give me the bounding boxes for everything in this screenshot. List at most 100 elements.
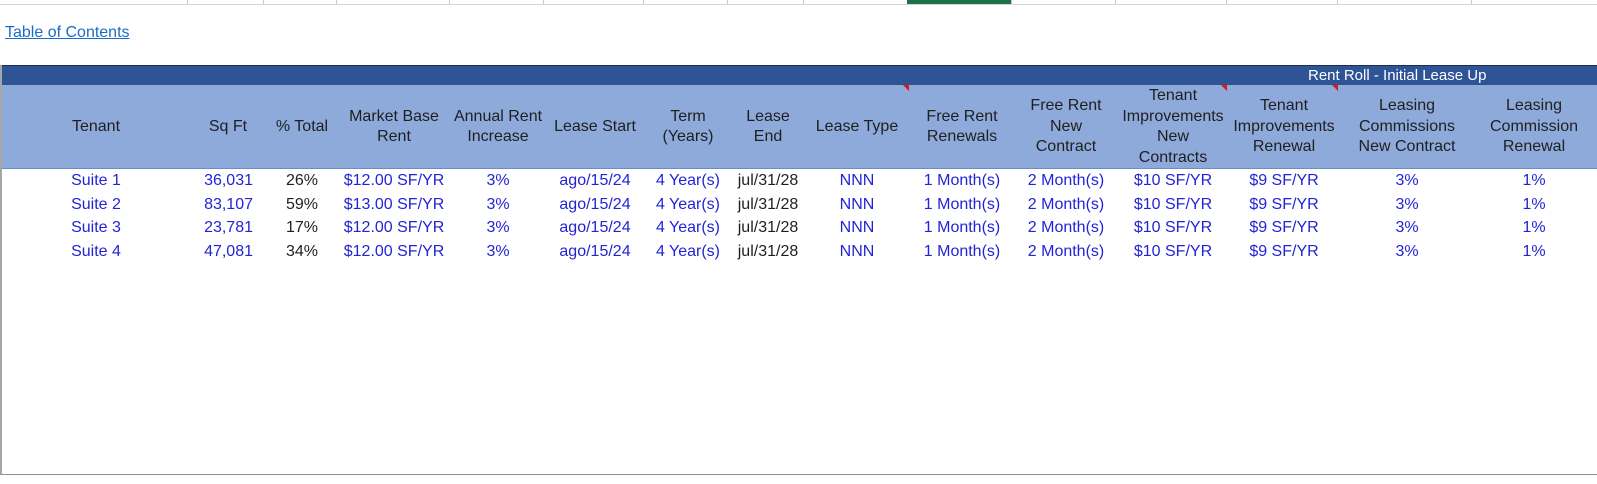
column-divider [543, 0, 544, 4]
cell-lease-end[interactable]: jul/31/28 [731, 169, 805, 192]
table-row: Suite 2 83,107 59% $13.00 SF/YR 3% ago/15/24 4… [2, 193, 1597, 216]
column-divider [263, 0, 264, 4]
header-market-base-rent: Market Base Rent [349, 107, 439, 146]
cell-market-base-rent[interactable]: $13.00 SF/YR [339, 193, 449, 216]
cell-sq-ft[interactable]: 23,781 [183, 216, 253, 239]
cell-lease-type[interactable]: NNN [807, 169, 907, 192]
cell-leasing-commission-renewal[interactable]: 1% [1474, 169, 1594, 192]
cell-tenant[interactable]: Suite 1 [21, 169, 171, 192]
cell-tenant-improvements-new[interactable]: $10 SF/YR [1118, 193, 1228, 216]
cell-market-base-rent[interactable]: $12.00 SF/YR [339, 240, 449, 263]
cell-free-rent-renewals[interactable]: 1 Month(s) [911, 216, 1013, 239]
cell-lease-type[interactable]: NNN [807, 240, 907, 263]
header-free-rent-new-contract: Free Rent New Contract [1030, 97, 1102, 156]
cell-tenant[interactable]: Suite 3 [21, 216, 171, 239]
cell-pct-total[interactable]: 34% [267, 240, 337, 263]
column-divider [1115, 0, 1116, 4]
cell-free-rent-new-contract[interactable]: 2 Month(s) [1015, 216, 1117, 239]
table-of-contents-link[interactable]: Table of Contents [5, 24, 130, 42]
cell-tenant-improvements-renewal[interactable]: $9 SF/YR [1229, 216, 1339, 239]
cell-annual-rent-increase[interactable]: 3% [448, 216, 548, 239]
cell-tenant[interactable]: Suite 4 [21, 240, 171, 263]
cell-free-rent-renewals[interactable]: 1 Month(s) [911, 193, 1013, 216]
cell-tenant-improvements-new[interactable]: $10 SF/YR [1118, 169, 1228, 192]
header-tenant-improvements-renewal: Tenant Improvements Renewal [1233, 97, 1335, 156]
header-lease-type: Lease Type [815, 117, 899, 135]
cell-term-years[interactable]: 4 Year(s) [645, 169, 731, 192]
column-divider [803, 0, 804, 4]
cell-tenant-improvements-renewal[interactable]: $9 SF/YR [1229, 169, 1339, 192]
cell-annual-rent-increase[interactable]: 3% [448, 169, 548, 192]
cell-tenant-improvements-renewal[interactable]: $9 SF/YR [1229, 240, 1339, 263]
selected-column-indicator [907, 0, 1011, 4]
cell-annual-rent-increase[interactable]: 3% [448, 193, 548, 216]
cell-pct-total[interactable]: 17% [267, 216, 337, 239]
header-annual-rent-increase: Annual Rent Increase [453, 107, 543, 146]
cell-tenant[interactable]: Suite 2 [21, 193, 171, 216]
cell-free-rent-new-contract[interactable]: 2 Month(s) [1015, 193, 1117, 216]
cell-annual-rent-increase[interactable]: 3% [448, 240, 548, 263]
cell-lease-start[interactable]: ago/15/24 [548, 169, 643, 192]
column-divider [449, 0, 450, 4]
cell-leasing-commission-renewal[interactable]: 1% [1474, 240, 1594, 263]
header-lease-start: Lease Start [554, 117, 636, 135]
column-divider [1226, 0, 1227, 4]
comment-indicator[interactable] [903, 85, 909, 91]
table-row: Suite 4 47,081 34% $12.00 SF/YR 3% ago/15/24 4… [2, 240, 1597, 263]
header-leasing-commission-renewal: Leasing Commission Renewal [1489, 97, 1578, 156]
cell-free-rent-renewals[interactable]: 1 Month(s) [911, 240, 1013, 263]
cell-lease-end[interactable]: jul/31/28 [731, 240, 805, 263]
column-header-strip[interactable] [0, 0, 1597, 5]
cell-lease-end[interactable]: jul/31/28 [731, 216, 805, 239]
column-divider [336, 0, 337, 4]
comment-indicator[interactable] [1332, 85, 1338, 91]
cell-tenant-improvements-renewal[interactable]: $9 SF/YR [1229, 193, 1339, 216]
cell-market-base-rent[interactable]: $12.00 SF/YR [339, 169, 449, 192]
header-tenant-improvements-new: Tenant Improvements New Contracts [1122, 87, 1224, 166]
cell-sq-ft[interactable]: 83,107 [183, 193, 253, 216]
cell-tenant-improvements-new[interactable]: $10 SF/YR [1118, 240, 1228, 263]
cell-leasing-commission-renewal[interactable]: 1% [1474, 193, 1594, 216]
rent-roll-table: Rent Roll - Initial Lease Up Tenant Sq Ft… [0, 65, 1597, 475]
cell-lease-start[interactable]: ago/15/24 [548, 240, 643, 263]
cell-term-years[interactable]: 4 Year(s) [645, 240, 731, 263]
cell-free-rent-new-contract[interactable]: 2 Month(s) [1015, 169, 1117, 192]
cell-tenant-improvements-new[interactable]: $10 SF/YR [1118, 216, 1228, 239]
cell-leasing-commissions-new[interactable]: 3% [1342, 216, 1472, 239]
column-divider [1337, 0, 1338, 4]
cell-term-years[interactable]: 4 Year(s) [645, 216, 731, 239]
comment-indicator[interactable] [1221, 85, 1227, 91]
table-title-bar: Rent Roll - Initial Lease Up [2, 65, 1597, 85]
cell-lease-end[interactable]: jul/31/28 [731, 193, 805, 216]
cell-lease-type[interactable]: NNN [807, 193, 907, 216]
cell-free-rent-new-contract[interactable]: 2 Month(s) [1015, 240, 1117, 263]
table-title: Rent Roll - Initial Lease Up [1308, 67, 1487, 84]
header-pct-total: % Total [275, 117, 329, 135]
header-leasing-commissions-new: Leasing Commissions New Contract [1358, 97, 1456, 156]
column-divider [1471, 0, 1472, 4]
column-divider [643, 0, 644, 4]
cell-sq-ft[interactable]: 36,031 [183, 169, 253, 192]
cell-free-rent-renewals[interactable]: 1 Month(s) [911, 169, 1013, 192]
cell-leasing-commission-renewal[interactable]: 1% [1474, 216, 1594, 239]
cell-term-years[interactable]: 4 Year(s) [645, 193, 731, 216]
column-divider [1011, 0, 1012, 4]
header-tenant: Tenant [71, 117, 121, 135]
header-term-years: Term (Years) [662, 107, 714, 146]
cell-pct-total[interactable]: 26% [267, 169, 337, 192]
cell-lease-start[interactable]: ago/15/24 [548, 193, 643, 216]
table-row: Suite 3 23,781 17% $12.00 SF/YR 3% ago/15/24 4… [2, 216, 1597, 239]
cell-leasing-commissions-new[interactable]: 3% [1342, 240, 1472, 263]
cell-lease-start[interactable]: ago/15/24 [548, 216, 643, 239]
cell-pct-total[interactable]: 59% [267, 193, 337, 216]
header-lease-end: Lease End [746, 107, 790, 146]
cell-leasing-commissions-new[interactable]: 3% [1342, 169, 1472, 192]
cell-leasing-commissions-new[interactable]: 3% [1342, 193, 1472, 216]
cell-market-base-rent[interactable]: $12.00 SF/YR [339, 216, 449, 239]
column-divider [187, 0, 188, 4]
cell-sq-ft[interactable]: 47,081 [183, 240, 253, 263]
column-headers: Tenant Sq Ft % Total Market Base Rent Annual… [2, 85, 1597, 169]
column-divider [727, 0, 728, 4]
header-free-rent-renewals: Free Rent Renewals [926, 107, 998, 146]
cell-lease-type[interactable]: NNN [807, 216, 907, 239]
